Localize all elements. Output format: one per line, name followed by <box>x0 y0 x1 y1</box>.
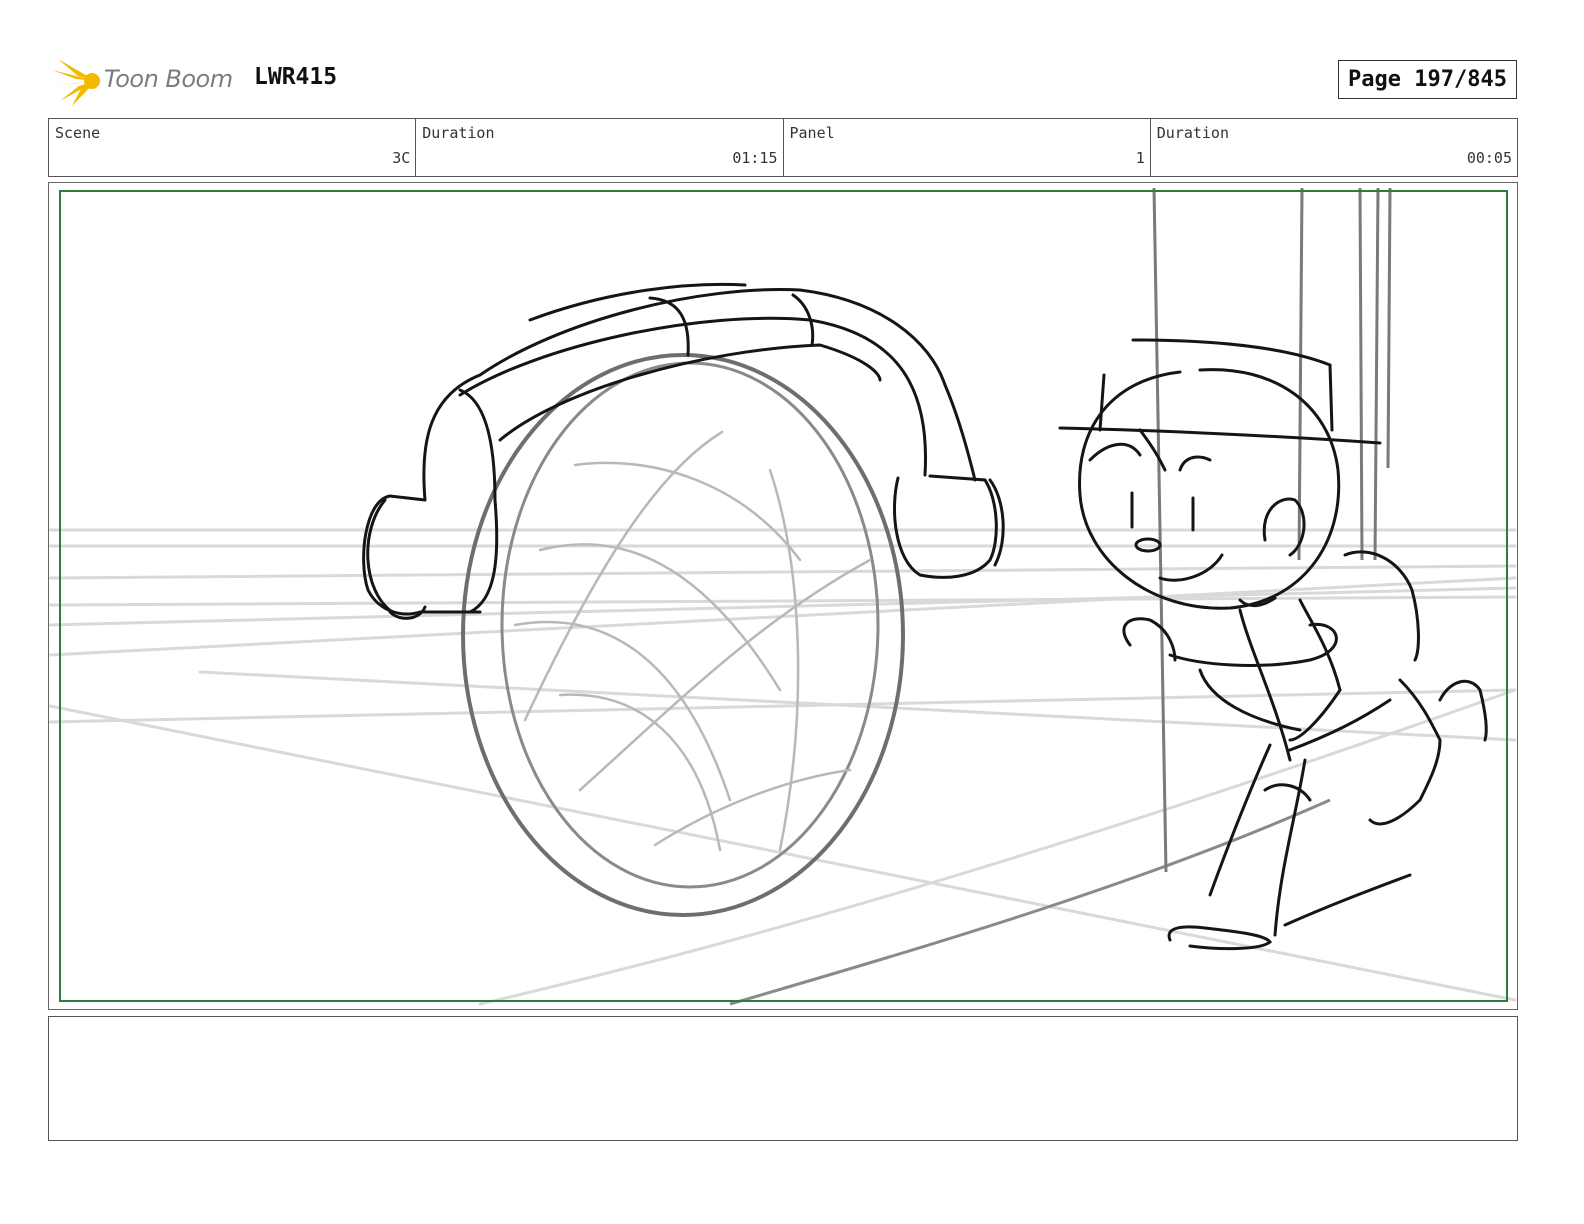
scene-duration-cell: Duration 01:15 <box>416 119 784 176</box>
scene-cell: Scene 3C <box>49 119 417 176</box>
panel-duration-label: Duration <box>1156 124 1229 142</box>
scene-value: 3C <box>392 149 411 167</box>
project-id: LWR415 <box>254 64 338 90</box>
burst-icon <box>52 59 100 106</box>
toon-boom-logo: Toon Boom <box>52 56 242 106</box>
panel-label: Panel <box>789 124 835 142</box>
safe-area-frame <box>59 190 1508 1002</box>
scene-label: Scene <box>55 124 101 142</box>
panel-value: 1 <box>1135 149 1145 167</box>
panel-duration-value: 00:05 <box>1466 149 1512 167</box>
logo-text: Toon Boom <box>104 65 233 93</box>
panel-duration-cell: Duration 00:05 <box>1151 119 1517 176</box>
page-indicator: Page 197/845 <box>1338 60 1517 99</box>
panel-info-table: Scene 3C Duration 01:15 Panel 1 Duration… <box>48 118 1518 177</box>
panel-notes-text <box>49 1017 1517 1033</box>
panel-cell: Panel 1 <box>784 119 1151 176</box>
scene-duration-label: Duration <box>422 124 495 142</box>
scene-duration-value: 01:15 <box>732 149 778 167</box>
panel-notes-box <box>48 1016 1518 1141</box>
